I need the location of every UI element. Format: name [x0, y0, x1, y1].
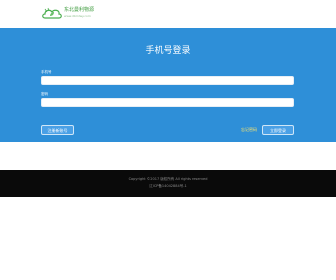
- register-button[interactable]: 注册新账号: [41, 125, 74, 135]
- site-header: 东北曼利物源 www.dbmlwy.com: [0, 0, 336, 28]
- footer-copyright: Copyright ©2017 版权所有 All rights reserved: [128, 177, 208, 181]
- password-label: 密码: [41, 92, 48, 96]
- site-logo[interactable]: 东北曼利物源 www.dbmlwy.com: [41, 6, 111, 22]
- phone-input[interactable]: [41, 76, 294, 85]
- cloud-leaf-icon: [41, 6, 63, 22]
- login-button[interactable]: 立即登录: [262, 125, 294, 135]
- logo-title: 东北曼利物源: [64, 7, 95, 13]
- site-footer: Copyright ©2017 版权所有 All rights reserved…: [0, 170, 336, 197]
- login-title: 手机号登录: [145, 46, 191, 56]
- phone-label: 手机号: [41, 70, 52, 74]
- footer-icp[interactable]: 辽ICP备14042884号-1: [0, 184, 336, 189]
- login-page: 东北曼利物源 www.dbmlwy.com 手机号登录 手机号 密码 注册新账号…: [0, 0, 336, 280]
- logo-subtitle: www.dbmlwy.com: [64, 14, 91, 18]
- forgot-password-link[interactable]: 忘记密码: [241, 126, 257, 134]
- password-input[interactable]: [41, 98, 294, 107]
- login-panel: 手机号登录 手机号 密码 注册新账号 忘记密码 立即登录: [0, 28, 336, 142]
